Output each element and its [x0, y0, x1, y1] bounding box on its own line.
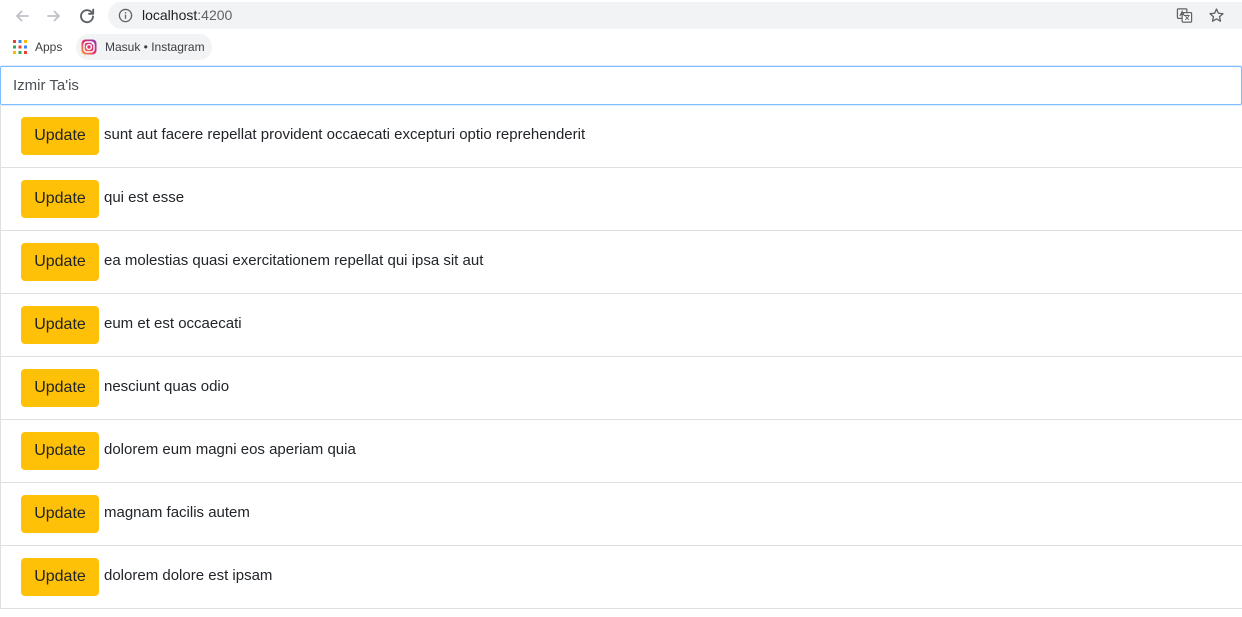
bookmark-instagram[interactable]: Masuk • Instagram [76, 34, 212, 60]
post-title: dolorem dolore est ipsam [104, 567, 273, 584]
instagram-icon [81, 39, 97, 55]
search-input[interactable] [0, 66, 1242, 105]
browser-toolbar: localhost:4200 [0, 0, 1242, 32]
update-button[interactable]: Update [21, 495, 99, 533]
list-item: Update dolorem eum magni eos aperiam qui… [1, 420, 1242, 483]
post-list: Update sunt aut facere repellat providen… [0, 105, 1242, 609]
bookmark-apps-label: Apps [35, 40, 63, 54]
update-button[interactable]: Update [21, 117, 99, 155]
bookmark-apps[interactable]: Apps [9, 34, 66, 60]
url-host: localhost [142, 7, 198, 23]
reload-icon [80, 8, 95, 24]
update-button[interactable]: Update [21, 369, 99, 407]
post-title: nesciunt quas odio [104, 378, 230, 395]
forward-button[interactable] [42, 4, 66, 28]
url-port: :4200 [197, 7, 233, 23]
post-title: magnam facilis autem [104, 504, 250, 521]
list-item: Update qui est esse [1, 168, 1242, 231]
list-item: Update magnam facilis autem [1, 483, 1242, 546]
bookmark-star-icon[interactable] [1208, 7, 1225, 24]
update-button[interactable]: Update [21, 432, 99, 470]
list-item: Update eum et est occaecati [1, 294, 1242, 357]
reload-button[interactable] [75, 4, 99, 28]
arrow-right-icon [47, 10, 60, 22]
post-title: eum et est occaecati [104, 315, 242, 332]
bookmark-instagram-label: Masuk • Instagram [105, 40, 205, 54]
list-item: Update nesciunt quas odio [1, 357, 1242, 420]
post-title: qui est esse [104, 189, 185, 206]
update-button[interactable]: Update [21, 306, 99, 344]
post-title: ea molestias quasi exercitationem repell… [104, 252, 484, 269]
update-button[interactable]: Update [21, 243, 99, 281]
address-bar[interactable]: localhost:4200 [108, 2, 1242, 29]
info-icon[interactable] [118, 8, 133, 23]
post-title: sunt aut facere repellat provident occae… [104, 126, 586, 143]
update-button[interactable]: Update [21, 558, 99, 596]
list-item: Update sunt aut facere repellat providen… [1, 105, 1242, 168]
back-button[interactable] [10, 4, 34, 28]
post-title: dolorem eum magni eos aperiam quia [104, 441, 356, 458]
apps-grid-icon [13, 40, 27, 54]
arrow-left-icon [16, 10, 29, 22]
translate-icon[interactable] [1176, 7, 1193, 24]
update-button[interactable]: Update [21, 180, 99, 218]
list-item: Update dolorem dolore est ipsam [1, 546, 1242, 609]
url-text: localhost:4200 [142, 7, 232, 24]
list-item: Update ea molestias quasi exercitationem… [1, 231, 1242, 294]
search-container [0, 66, 1242, 105]
bookmarks-bar: Apps Masuk • Instagram [0, 32, 1242, 62]
